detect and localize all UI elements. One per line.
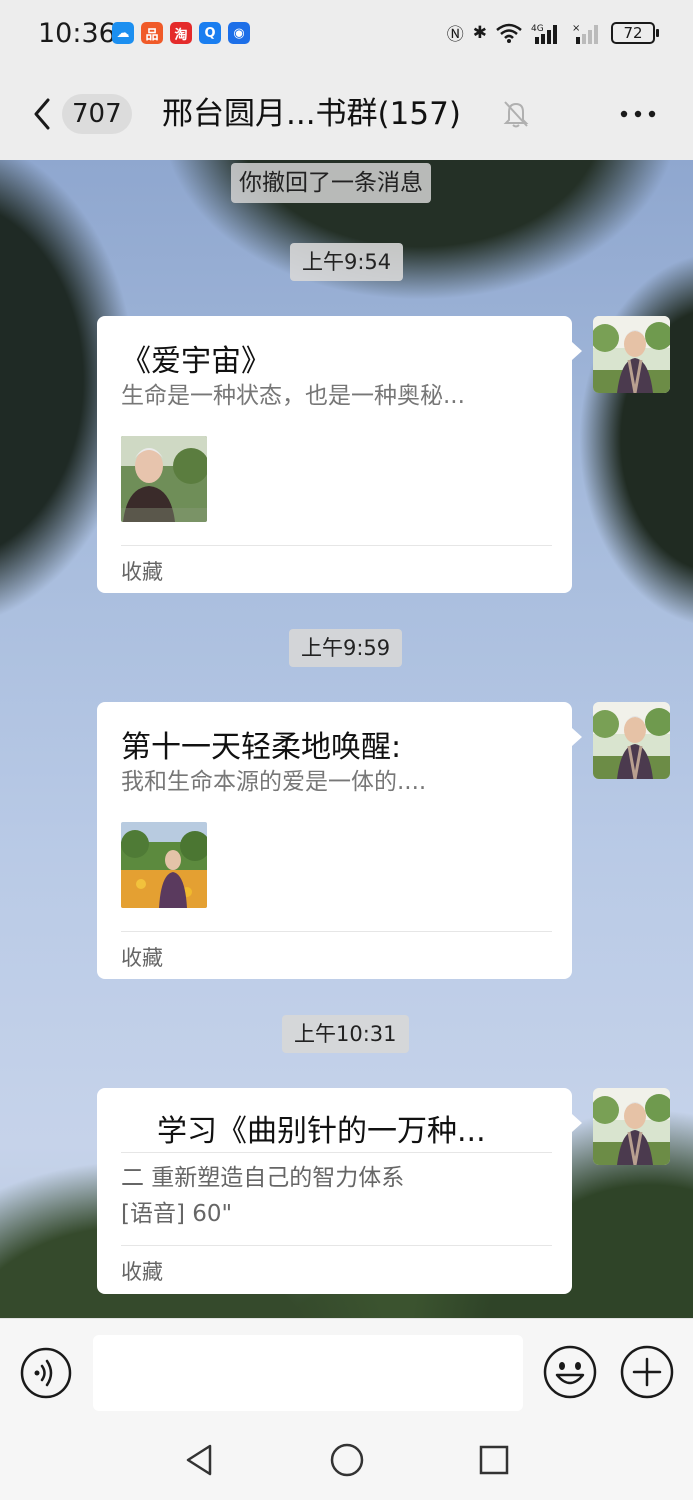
card-thumbnail-image[interactable] bbox=[121, 822, 207, 908]
favorite-card-message[interactable]: 第十一天轻柔地唤醒: 我和生命本源的爱是一体的.... 收藏 bbox=[97, 702, 582, 979]
card-source-label: 收藏 bbox=[121, 1260, 163, 1284]
search-notification-icon: Q bbox=[199, 22, 221, 44]
chat-header: 707 邢台圆月...书群(157) bbox=[0, 72, 693, 160]
more-options-icon[interactable] bbox=[618, 94, 658, 134]
system-home-icon[interactable] bbox=[329, 1442, 365, 1478]
card-divider bbox=[121, 545, 552, 546]
card-voice-duration: [语音] 60" bbox=[121, 1201, 233, 1227]
card-divider bbox=[121, 1245, 552, 1246]
back-icon[interactable] bbox=[28, 94, 58, 134]
system-navigation-bar bbox=[0, 1424, 693, 1500]
chat-area[interactable]: 你撤回了一条消息 上午9:54 《爱宇宙》 生命是一种状态，也是一种奥秘... … bbox=[0, 160, 693, 1318]
system-back-icon[interactable] bbox=[183, 1442, 215, 1478]
app-notification-icon: 品 bbox=[141, 22, 163, 44]
recalled-message-notice: 你撤回了一条消息 bbox=[231, 163, 431, 203]
card-divider bbox=[121, 931, 552, 932]
timestamp: 上午10:31 bbox=[282, 1015, 409, 1053]
voice-input-icon[interactable] bbox=[20, 1347, 72, 1399]
card-description: 我和生命本源的爱是一体的.... bbox=[121, 769, 427, 795]
nfc-icon: Ⓝ bbox=[446, 25, 464, 45]
sender-avatar[interactable] bbox=[593, 316, 670, 393]
signal-weak-icon: × bbox=[572, 23, 598, 44]
cloud-notification-icon: ☁ bbox=[112, 22, 134, 44]
favorite-card-message[interactable]: 《爱宇宙》 生命是一种状态，也是一种奥秘... 收藏 bbox=[97, 316, 582, 593]
chat-title[interactable]: 邢台圆月...书群(157) bbox=[162, 94, 461, 134]
card-source-label: 收藏 bbox=[121, 946, 163, 970]
notification-icons: ☁ 品 淘 Q ◉ bbox=[112, 22, 250, 44]
sender-avatar[interactable] bbox=[593, 1088, 670, 1165]
system-icons: Ⓝ ✱ 4G × 72 bbox=[446, 20, 659, 45]
card-title: 学习《曲别针的一万种... bbox=[157, 1114, 486, 1149]
svg-text:4G: 4G bbox=[531, 24, 544, 34]
bluetooth-icon: ✱ bbox=[472, 22, 487, 43]
sender-avatar[interactable] bbox=[593, 702, 670, 779]
timestamp: 上午9:59 bbox=[289, 629, 403, 667]
card-description: 生命是一种状态，也是一种奥秘... bbox=[121, 383, 465, 409]
bulb-notification-icon: ◉ bbox=[228, 22, 250, 44]
card-thumbnail-image[interactable] bbox=[121, 436, 207, 522]
plus-icon[interactable] bbox=[620, 1345, 674, 1399]
mute-bell-icon bbox=[503, 101, 529, 128]
signal-4g-icon: 4G bbox=[531, 24, 557, 44]
status-time: 10:36 bbox=[38, 18, 116, 49]
unread-count-badge[interactable]: 707 bbox=[62, 94, 132, 134]
message-input[interactable] bbox=[93, 1335, 523, 1411]
input-bar bbox=[0, 1318, 693, 1424]
system-recents-icon[interactable] bbox=[478, 1444, 510, 1476]
taobao-notification-icon: 淘 bbox=[170, 22, 192, 44]
card-divider bbox=[121, 1152, 552, 1153]
card-source-label: 收藏 bbox=[121, 560, 163, 584]
wifi-icon bbox=[496, 23, 522, 43]
svg-text:×: × bbox=[572, 23, 580, 34]
card-description: 二 重新塑造自己的智力体系 bbox=[121, 1165, 405, 1191]
card-title: 《爱宇宙》 bbox=[121, 344, 271, 379]
emoji-icon[interactable] bbox=[543, 1345, 597, 1399]
status-bar: 10:36 ☁ 品 淘 Q ◉ Ⓝ ✱ 4G × 72 bbox=[0, 0, 693, 72]
battery-indicator: 72 bbox=[611, 21, 659, 44]
card-title: 第十一天轻柔地唤醒: bbox=[121, 730, 402, 765]
favorite-card-message[interactable]: 学习《曲别针的一万种... 二 重新塑造自己的智力体系 [语音] 60" 收藏 bbox=[97, 1088, 582, 1294]
timestamp: 上午9:54 bbox=[290, 243, 404, 281]
